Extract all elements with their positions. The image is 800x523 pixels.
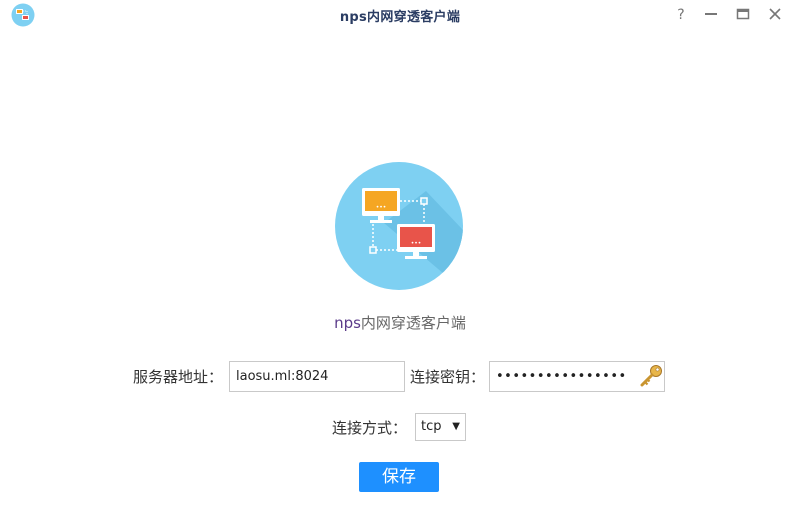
server-address-input[interactable]: laosu.ml:8024 [229, 361, 405, 392]
minimize-icon [705, 13, 717, 15]
connection-key-label: 连接密钥： [410, 368, 486, 386]
connection-mode-label: 连接方式： [332, 419, 408, 437]
client-window: nps内网穿透客户端 ? ••• ••• nps内网穿透客户端 服务器地址： l… [0, 0, 800, 523]
svg-text:•••: ••• [376, 204, 387, 211]
maximize-button[interactable] [733, 4, 753, 24]
connection-mode-value: tcp [421, 419, 442, 434]
svg-text:?: ? [677, 7, 684, 23]
key-icon[interactable] [638, 363, 664, 389]
question-icon: ? [677, 7, 684, 23]
connection-mode-select[interactable]: tcp ▼ [415, 413, 466, 441]
minimize-button[interactable] [701, 4, 721, 24]
subtitle-prefix: nps [334, 314, 361, 332]
title-bar[interactable]: nps内网穿透客户端 ? [0, 0, 800, 28]
close-button[interactable] [765, 4, 785, 24]
network-computers-icon: ••• ••• [334, 161, 464, 291]
save-button[interactable]: 保存 [359, 462, 439, 492]
dropdown-arrow-icon: ▼ [452, 421, 460, 432]
close-icon [769, 8, 781, 20]
svg-text:•••: ••• [411, 240, 422, 247]
subtitle-text: 内网穿透客户端 [360, 314, 466, 332]
server-address-label: 服务器地址： [133, 368, 224, 386]
help-button[interactable]: ? [671, 4, 691, 24]
maximize-icon [736, 8, 750, 20]
app-subtitle: nps内网穿透客户端 [0, 312, 800, 333]
